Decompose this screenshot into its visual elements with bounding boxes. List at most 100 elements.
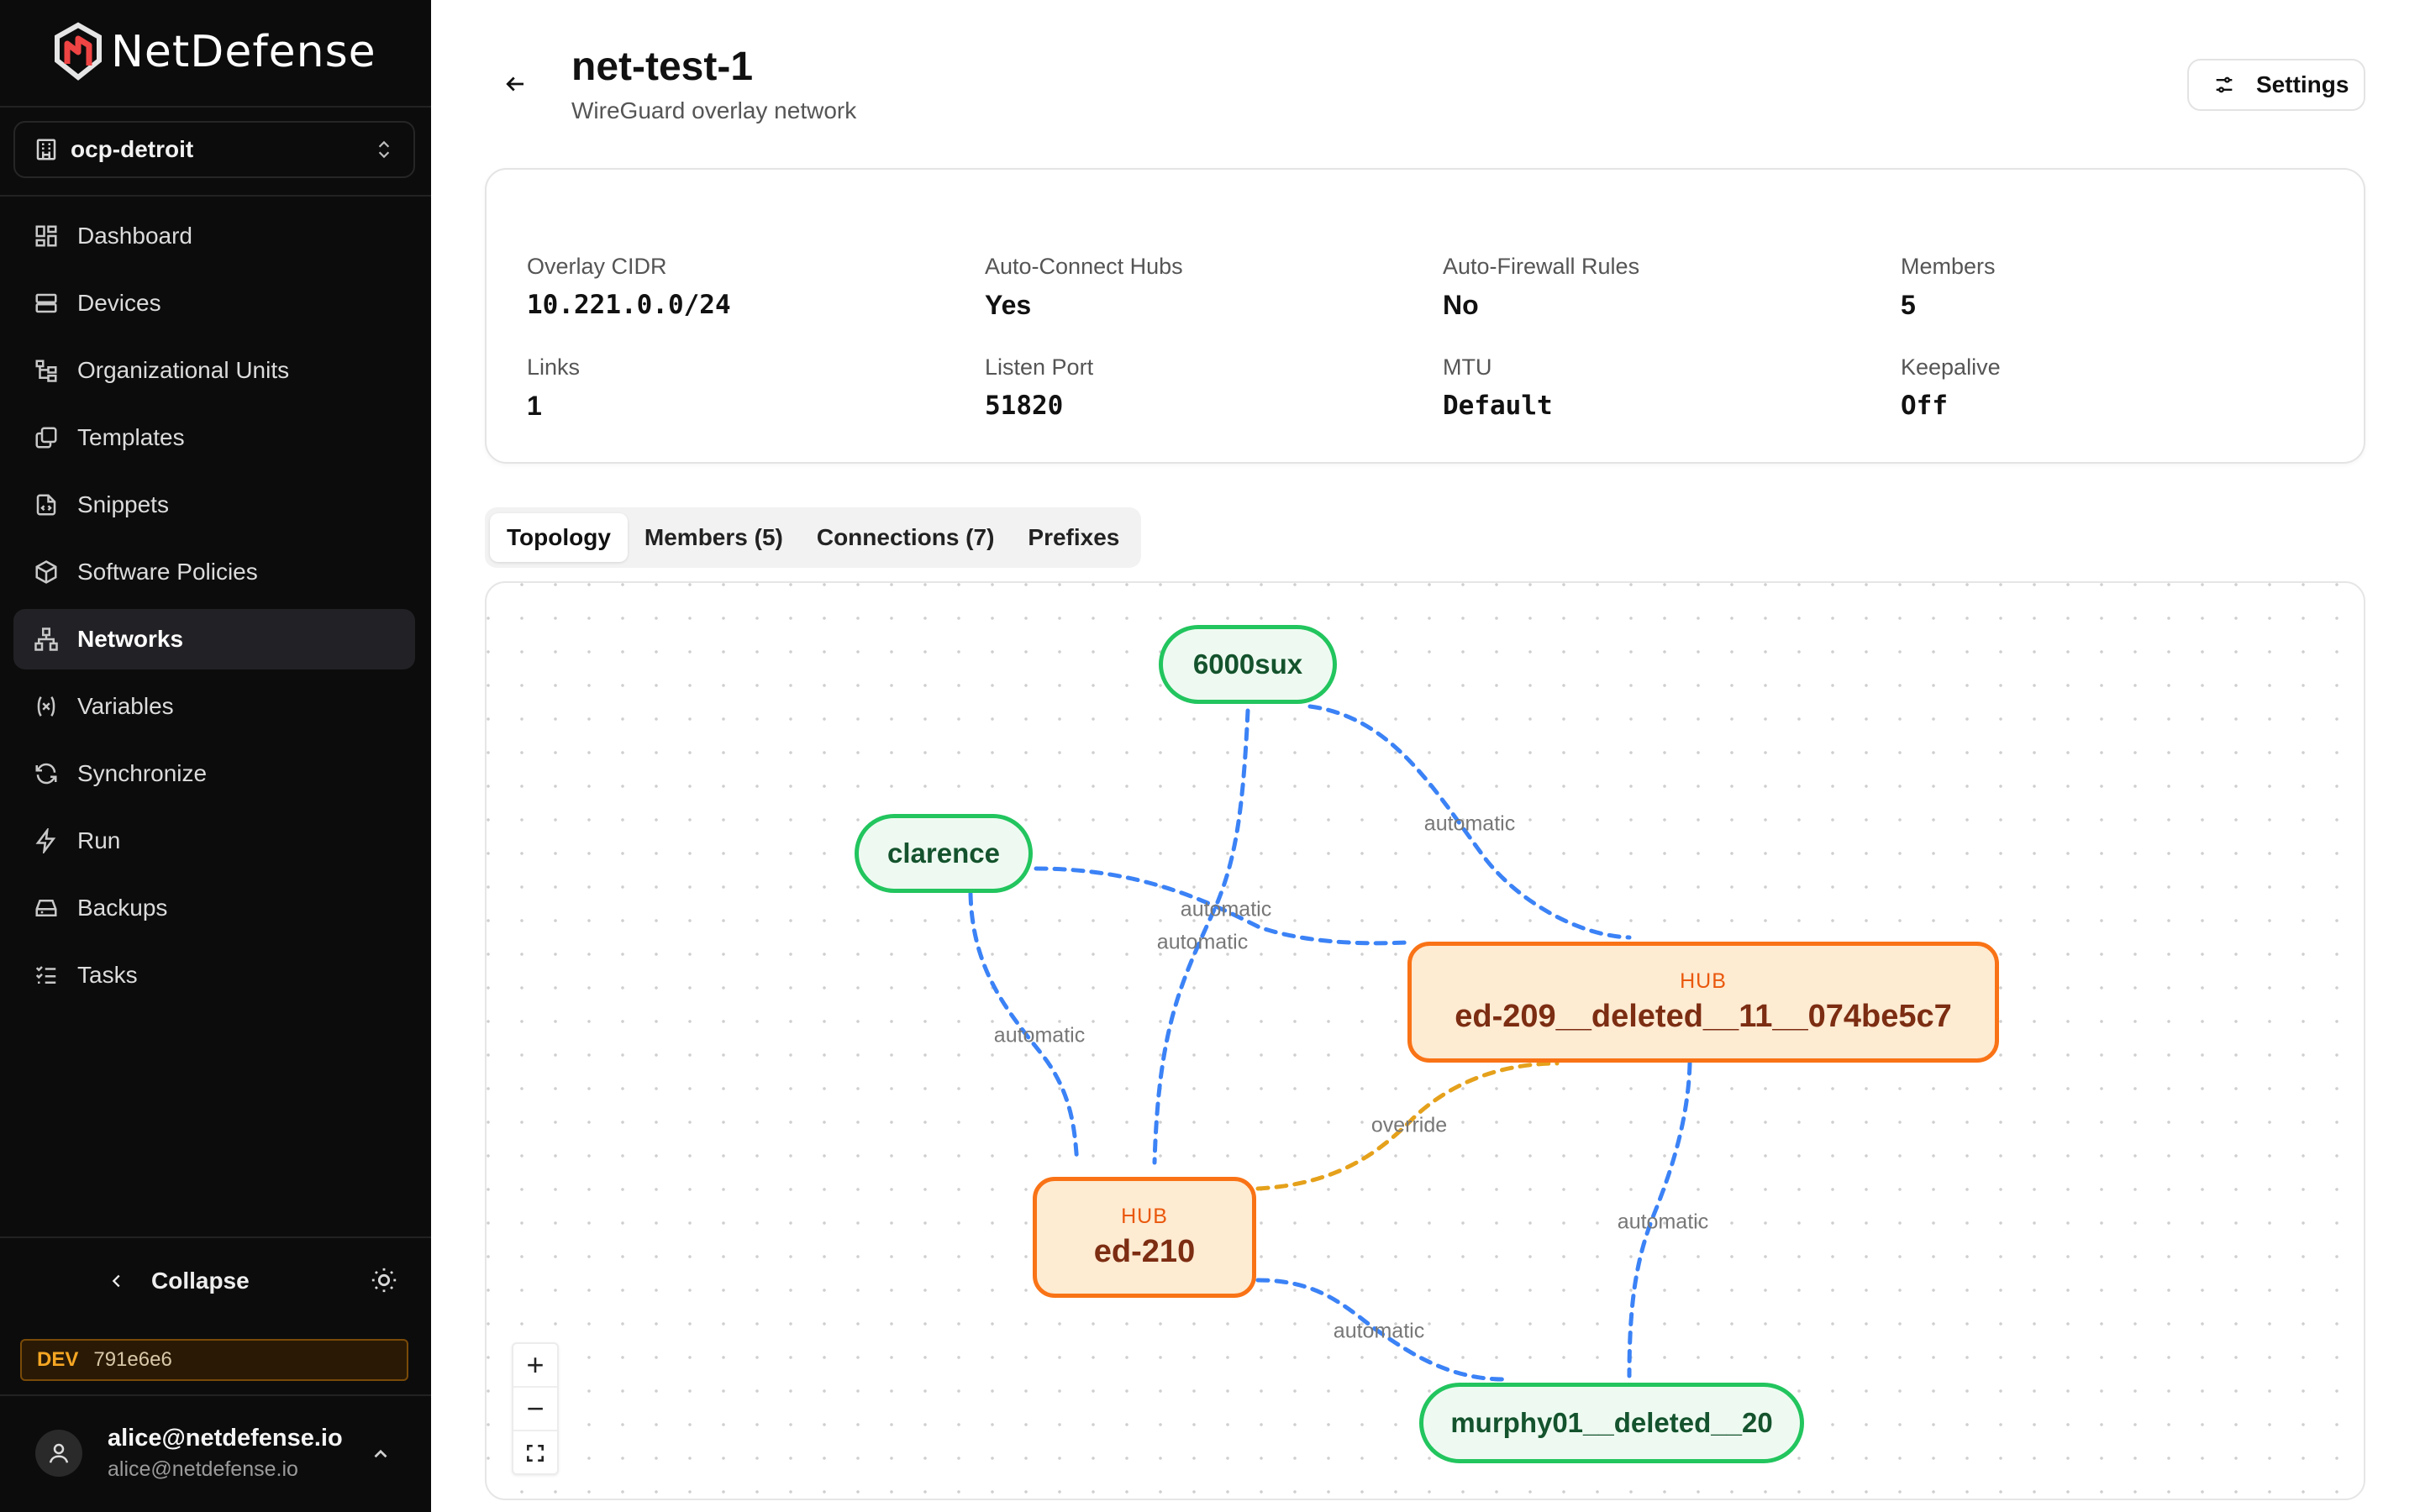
hub-tag: HUB xyxy=(1121,1205,1168,1228)
node-name: ed-210 xyxy=(1093,1234,1196,1269)
collapse-row: Collapse xyxy=(0,1256,431,1306)
nav-item-organizational-units[interactable]: Organizational Units xyxy=(13,340,415,401)
edge-label: automatic xyxy=(1156,930,1249,954)
nav-item-dashboard[interactable]: Dashboard xyxy=(13,206,415,266)
nav-item-synchronize[interactable]: Synchronize xyxy=(13,743,415,804)
stat-label: Members xyxy=(1901,254,1996,279)
stat-value: Off xyxy=(1901,391,1948,421)
edge-label: automatic xyxy=(1617,1210,1709,1234)
hub-tag: HUB xyxy=(1680,969,1727,993)
main-content: net-test-1 WireGuard overlay network Set… xyxy=(431,0,2420,1512)
edge-label: automatic xyxy=(1180,897,1272,921)
sidebar-divider xyxy=(0,106,431,108)
topology-node-murphy01[interactable]: murphy01__deleted__20 xyxy=(1419,1383,1804,1463)
nav-item-label: Backups xyxy=(77,895,168,921)
stat-value: Yes xyxy=(985,290,1032,320)
nav-item-label: Synchronize xyxy=(77,760,208,786)
brand-logo[interactable]: NetDefense xyxy=(52,22,376,82)
sun-icon[interactable] xyxy=(370,1266,398,1294)
sidebar-divider xyxy=(0,195,431,197)
collapse-label: Collapse xyxy=(151,1268,250,1294)
topology-node-ed209[interactable]: HUB ed-209__deleted__11__074be5c7 xyxy=(1407,942,1999,1063)
nav-item-software-policies[interactable]: Software Policies xyxy=(13,542,415,602)
stat-value: 1 xyxy=(527,391,542,421)
nav-item-templates[interactable]: Templates xyxy=(13,407,415,468)
page-title: net-test-1 xyxy=(571,45,754,89)
node-name: 6000sux xyxy=(1192,648,1303,680)
package-icon xyxy=(34,559,59,585)
variable-icon xyxy=(34,694,59,719)
nav-item-label: Tasks xyxy=(77,962,138,988)
sidebar-divider xyxy=(0,1236,431,1238)
stat-links: Links 1 xyxy=(527,354,580,422)
nav-item-variables[interactable]: Variables xyxy=(13,676,415,737)
stat-auto-firewall-rules: Auto-Firewall Rules No xyxy=(1443,254,1639,321)
edge-label: override xyxy=(1370,1113,1448,1137)
org-name: ocp-detroit xyxy=(71,136,194,162)
settings-label: Settings xyxy=(2256,71,2349,97)
lightning-icon xyxy=(34,828,59,853)
stat-label: Overlay CIDR xyxy=(527,254,667,279)
nav-item-run[interactable]: Run xyxy=(13,811,415,871)
stat-value: Default xyxy=(1443,391,1553,421)
arrow-left-icon xyxy=(506,76,523,92)
list-check-icon xyxy=(34,963,59,988)
stat-value: 51820 xyxy=(985,391,1064,421)
stat-label: Auto-Firewall Rules xyxy=(1443,254,1640,279)
back-button[interactable] xyxy=(498,67,532,101)
avatar xyxy=(35,1430,82,1477)
page-subtitle: WireGuard overlay network xyxy=(571,97,857,123)
building-icon xyxy=(36,139,56,160)
stat-value: 10.221.0.0/24 xyxy=(527,290,731,320)
topology-canvas[interactable]: automatic automatic automatic automatic … xyxy=(485,581,2365,1500)
zoom-in-button[interactable]: + xyxy=(513,1344,557,1388)
sliders-icon xyxy=(2216,76,2233,93)
chevron-left-icon xyxy=(112,1274,120,1288)
code-file-icon xyxy=(34,492,59,517)
tab-prefixes[interactable]: Prefixes xyxy=(1011,513,1136,562)
settings-button[interactable]: Settings xyxy=(2187,59,2365,111)
nav-item-snippets[interactable]: Snippets xyxy=(13,475,415,535)
nav-item-tasks[interactable]: Tasks xyxy=(13,945,415,1005)
stat-label: Listen Port xyxy=(985,354,1094,380)
stat-label: MTU xyxy=(1443,354,1492,380)
topology-node-ed210[interactable]: HUB ed-210 xyxy=(1033,1177,1256,1298)
nav-item-devices[interactable]: Devices xyxy=(13,273,415,333)
zoom-out-button[interactable]: − xyxy=(513,1388,557,1431)
network-icon xyxy=(34,627,59,652)
drive-icon xyxy=(34,895,59,921)
topology-node-clarence[interactable]: clarence xyxy=(855,814,1033,893)
chevron-up-icon xyxy=(374,1449,387,1458)
node-name: ed-209__deleted__11__074be5c7 xyxy=(1455,999,1952,1034)
env-hash: 791e6e6 xyxy=(93,1348,172,1371)
nav-item-label: Organizational Units xyxy=(77,357,290,383)
tab-topology[interactable]: Topology xyxy=(490,513,628,562)
tab-connections[interactable]: Connections (7) xyxy=(800,513,1012,562)
nav-item-networks[interactable]: Networks xyxy=(13,609,415,669)
user-menu[interactable]: alice@netdefense.io alice@netdefense.io xyxy=(0,1394,431,1512)
network-stats-card: Overlay CIDR 10.221.0.0/24 Auto-Connect … xyxy=(485,168,2365,464)
stat-auto-connect-hubs: Auto-Connect Hubs Yes xyxy=(985,254,1183,321)
hierarchy-icon xyxy=(34,358,59,383)
topology-node-6000sux[interactable]: 6000sux xyxy=(1159,625,1337,704)
nav-item-label: Dashboard xyxy=(77,223,192,249)
collapse-button[interactable]: Collapse xyxy=(108,1268,250,1294)
edge-label: automatic xyxy=(1423,811,1516,836)
dashboard-icon xyxy=(34,223,59,249)
stat-overlay-cidr: Overlay CIDR 10.221.0.0/24 xyxy=(527,254,731,320)
nav-item-backups[interactable]: Backups xyxy=(13,878,415,938)
stat-label: Auto-Connect Hubs xyxy=(985,254,1183,279)
edge-label: automatic xyxy=(993,1023,1086,1047)
stat-value: No xyxy=(1443,290,1479,320)
node-name: clarence xyxy=(887,837,1000,869)
tab-members[interactable]: Members (5) xyxy=(628,513,800,562)
user-email: alice@netdefense.io xyxy=(108,1457,298,1481)
node-name: murphy01__deleted__20 xyxy=(1450,1407,1773,1438)
user-icon xyxy=(49,1443,69,1463)
netdefense-logo-icon xyxy=(55,22,102,81)
fit-view-button[interactable] xyxy=(513,1431,557,1475)
nav-item-label: Run xyxy=(77,827,121,853)
org-selector[interactable]: ocp-detroit xyxy=(13,121,415,178)
sync-icon xyxy=(34,761,59,786)
sidebar: NetDefense ocp-detroit Dashboard Devices… xyxy=(0,0,431,1512)
